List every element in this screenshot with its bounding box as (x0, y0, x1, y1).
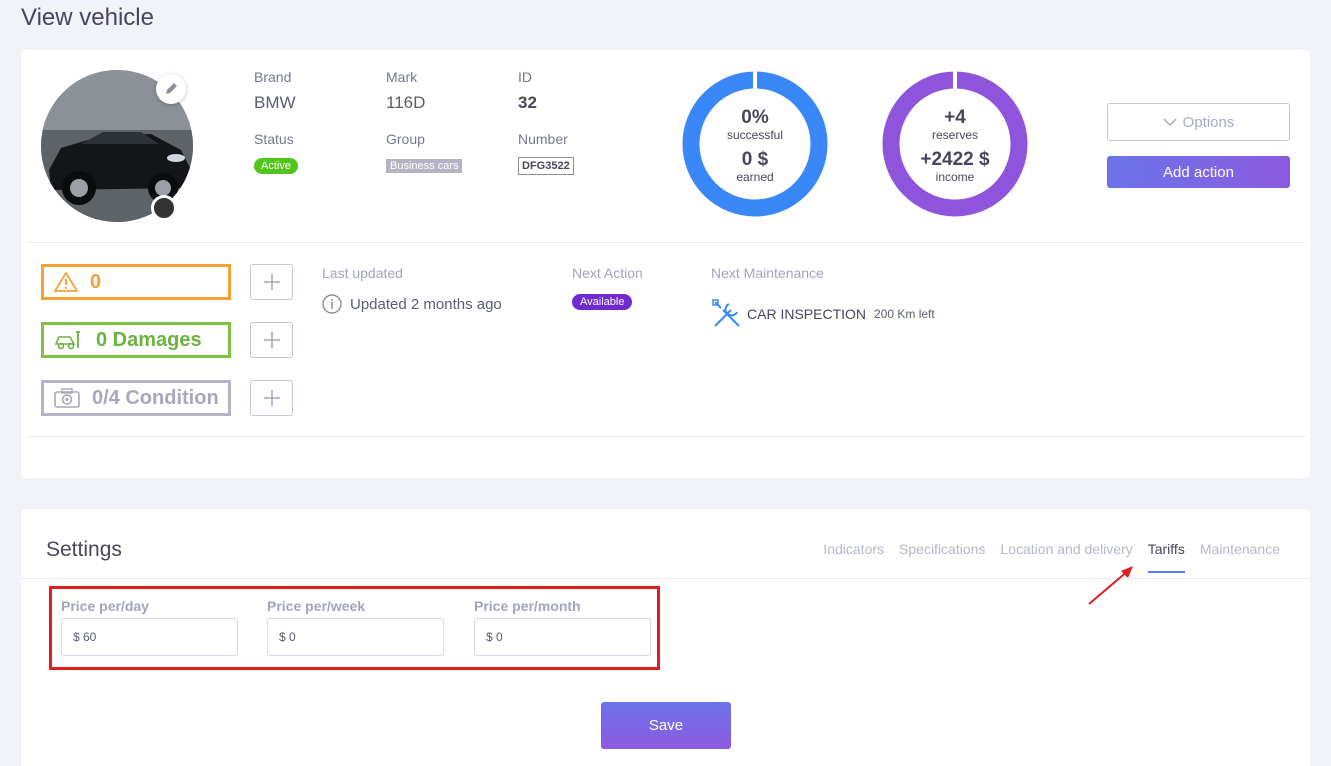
settings-title: Settings (46, 538, 122, 561)
success-percentage: 0% (741, 107, 769, 128)
condition-count: 0/4 Condition (92, 386, 219, 409)
add-damage-button[interactable] (250, 322, 293, 358)
price-per-month-label: Price per/month (474, 598, 581, 614)
last-updated-label: Last updated (322, 265, 403, 281)
car-repair-icon (54, 331, 80, 350)
group-label: Group (386, 131, 425, 147)
tab-maintenance[interactable]: Maintenance (1200, 541, 1280, 557)
success-caption: successful (726, 128, 784, 142)
settings-tabs: Indicators Specifications Location and d… (823, 541, 1280, 573)
earned-caption: earned (736, 170, 774, 184)
brand-label: Brand (254, 69, 292, 85)
options-label: Options (1182, 113, 1235, 131)
settings-card: Settings Indicators Specifications Locat… (21, 509, 1310, 766)
condition-counter[interactable]: 0/4 Condition (41, 380, 231, 416)
plus-icon (263, 274, 280, 290)
next-action-badge: Available (572, 294, 633, 310)
id-value: 32 (518, 93, 537, 112)
add-warning-button[interactable] (250, 264, 293, 300)
add-action-button[interactable]: Add action (1107, 156, 1290, 188)
chevron-down-icon (1163, 118, 1177, 126)
page-title: View vehicle (21, 4, 154, 31)
income-value: +2422 $ (920, 149, 990, 170)
id-label: ID (518, 69, 532, 85)
tab-tariffs[interactable]: Tariffs (1147, 541, 1185, 573)
damages-count: 0 Damages (96, 328, 202, 351)
info-icon (322, 294, 342, 314)
income-caption: income (935, 170, 975, 184)
plus-icon (263, 390, 280, 406)
annotation-arrow-icon (1088, 566, 1133, 605)
number-label: Number (518, 131, 568, 147)
number-plate-badge: DFG3522 (518, 157, 574, 175)
maintenance-name: CAR INSPECTION (747, 306, 867, 322)
camera-icon (54, 388, 80, 408)
mark-label: Mark (386, 69, 418, 85)
status-badge: Active (254, 158, 298, 174)
divider (27, 436, 1306, 437)
vehicle-card: Brand BMW Mark 116D ID 32 Status Active … (21, 50, 1310, 478)
price-per-week-label: Price per/week (267, 598, 366, 614)
success-ring-text: 0% successful 0 $ earned (681, 107, 829, 185)
next-action-label: Next Action (572, 265, 643, 281)
status-label: Status (254, 131, 294, 147)
price-per-day-label: Price per/day (61, 598, 149, 614)
wrench-screwdriver-icon (712, 299, 740, 327)
divider (27, 242, 1306, 243)
reserves-value: +4 (944, 107, 966, 128)
price-per-day-input[interactable] (61, 618, 238, 656)
warnings-counter[interactable]: 0 (41, 264, 231, 300)
warning-triangle-icon (54, 272, 78, 292)
maintenance-remaining: 200 Km left (874, 307, 935, 321)
plus-icon (263, 332, 280, 348)
next-maintenance-label: Next Maintenance (711, 265, 824, 281)
next-maintenance-item: CAR INSPECTION 200 Km left (711, 298, 935, 330)
price-per-week-input[interactable] (267, 618, 444, 656)
price-per-month-input[interactable] (474, 618, 651, 656)
pencil-icon (166, 83, 177, 94)
tab-indicators[interactable]: Indicators (823, 541, 884, 557)
mark-value: 116D (386, 93, 426, 112)
status-indicator-dot (151, 195, 177, 221)
group-badge: Business cars (386, 159, 463, 173)
warnings-count: 0 (90, 270, 102, 293)
tab-specifications[interactable]: Specifications (899, 541, 985, 557)
reserves-ring-text: +4 reserves +2422 $ income (881, 107, 1029, 185)
save-button[interactable]: Save (601, 702, 731, 749)
edit-photo-button[interactable] (156, 74, 186, 104)
earned-value: 0 $ (741, 149, 769, 170)
last-updated-row: Updated 2 months ago (322, 294, 502, 314)
options-dropdown-button[interactable]: Options (1107, 103, 1290, 141)
reserves-caption: reserves (931, 128, 978, 142)
damages-counter[interactable]: 0 Damages (41, 322, 231, 358)
add-condition-button[interactable] (250, 380, 293, 416)
last-updated-value: Updated 2 months ago (350, 295, 502, 313)
brand-value: BMW (254, 93, 296, 112)
tab-location-and-delivery[interactable]: Location and delivery (1000, 541, 1132, 557)
